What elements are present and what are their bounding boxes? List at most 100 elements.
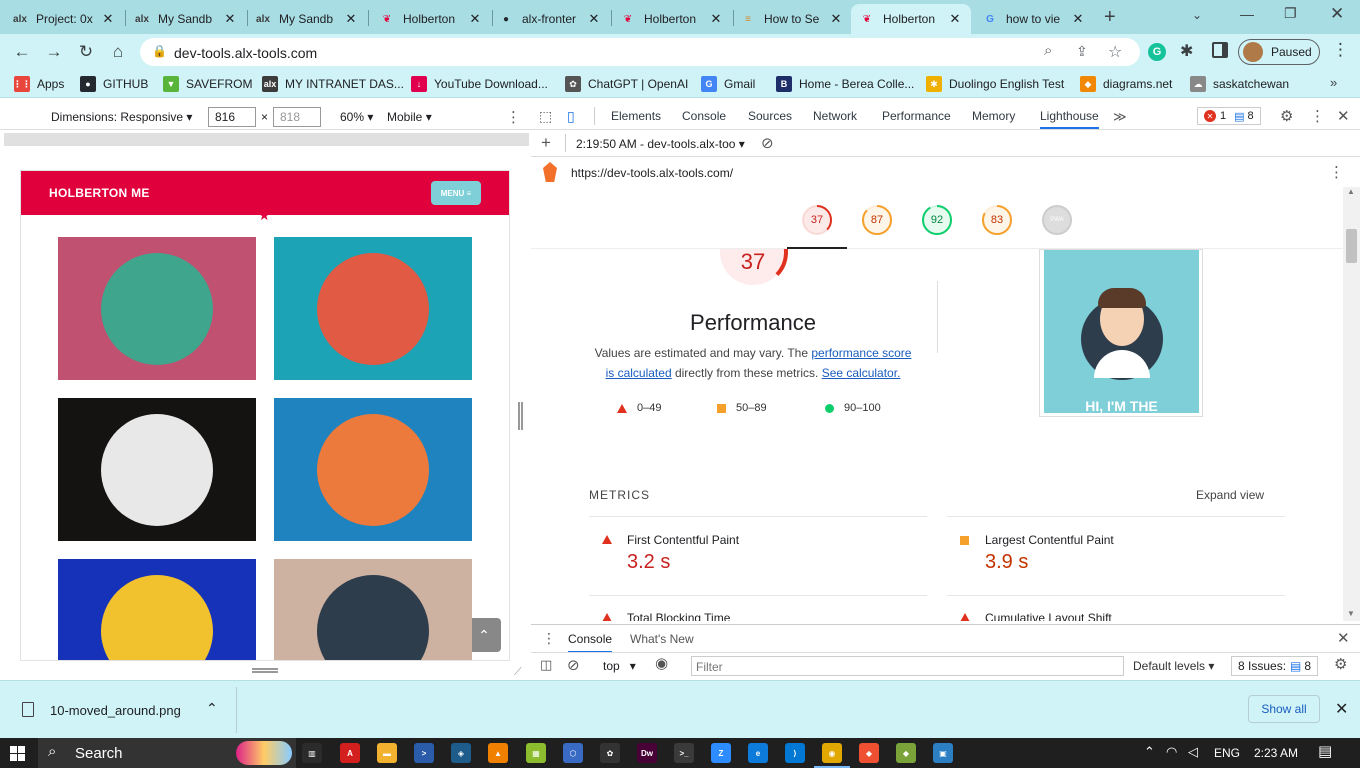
devtools-tab-performance[interactable]: Performance (882, 109, 951, 123)
devtools-tab-sources[interactable]: Sources (748, 109, 792, 123)
site-card[interactable] (274, 237, 472, 380)
devtools-tab-elements[interactable]: Elements (611, 109, 661, 123)
bookmark-item[interactable]: ↓ YouTube Download... (411, 75, 548, 93)
bookmark-item[interactable]: ✱ Duolingo English Test (926, 75, 1064, 93)
vscode-icon[interactable]: ⟩ (785, 743, 805, 763)
photos-icon[interactable]: ▣ (933, 743, 953, 763)
acrobat-icon[interactable]: A (340, 743, 360, 763)
new-tab-icon[interactable]: + (1104, 6, 1124, 28)
drawer-tab-console[interactable]: Console (568, 632, 613, 653)
language-indicator[interactable]: ENG (1214, 746, 1240, 760)
windows-start-icon[interactable] (10, 746, 25, 761)
volume-icon[interactable]: ◁ (1188, 744, 1198, 760)
media-query-bar[interactable] (4, 133, 529, 146)
reload-icon[interactable]: ↻ (74, 40, 98, 64)
site-card[interactable] (58, 398, 256, 541)
console-settings-icon[interactable]: ⚙ (1334, 655, 1347, 673)
resize-handle-right[interactable] (518, 402, 523, 430)
vlc-icon[interactable]: ▲ (488, 743, 508, 763)
restore-icon[interactable]: ❐ (1284, 5, 1297, 22)
console-filter-input[interactable]: Filter (691, 656, 1124, 676)
bookmark-item[interactable]: ☁ saskatchewan (1190, 75, 1289, 93)
grammarly-icon[interactable]: G (1148, 43, 1166, 61)
site-card[interactable] (58, 237, 256, 380)
report-scrollbar[interactable]: ▲ ▼ (1343, 187, 1360, 621)
more-tabs-icon[interactable]: ≫ (1113, 109, 1127, 125)
browser-tab[interactable]: ❦ Holberton ✕ (851, 4, 971, 34)
browser-tab[interactable]: ● alx-fronter ✕ (490, 4, 610, 34)
new-report-icon[interactable]: + (541, 133, 551, 153)
chrome-menu-icon[interactable]: ⋮ (1332, 40, 1349, 60)
browser-tab[interactable]: alx My Sandb ✕ (126, 4, 246, 34)
bookmark-item[interactable]: ▼ SAVEFROM (163, 75, 252, 93)
tab-close-icon[interactable]: ✕ (828, 11, 844, 27)
devtools-tab-lighthouse[interactable]: Lighthouse (1040, 109, 1099, 129)
site-card[interactable] (58, 559, 256, 660)
bookmark-item[interactable]: alx MY INTRANET DAS... (262, 75, 404, 93)
tab-search-icon[interactable]: ⌄ (1192, 8, 1202, 22)
menu-button[interactable]: MENU ≡ (431, 181, 481, 205)
performance-score-link[interactable]: performance score (811, 346, 911, 360)
close-download-bar-icon[interactable]: ✕ (1335, 699, 1348, 719)
scroll-up-icon[interactable]: ▲ (1347, 187, 1355, 196)
best-practices-gauge[interactable]: 92 (921, 204, 953, 236)
tab-close-icon[interactable]: ✕ (222, 11, 238, 27)
tray-chevron-icon[interactable]: ⌃ (1144, 744, 1155, 760)
console-sidebar-icon[interactable]: ◫ (540, 657, 552, 673)
task-view-icon[interactable]: ▥ (302, 743, 322, 763)
tab-close-icon[interactable]: ✕ (467, 11, 483, 27)
extensions-icon[interactable]: ✱ (1180, 41, 1193, 61)
devtools-tab-memory[interactable]: Memory (972, 109, 1015, 123)
devtools-menu-icon[interactable]: ⋮ (1310, 107, 1325, 125)
issues-counter[interactable]: ✕ 1 ▤ 8 (1197, 107, 1261, 125)
side-panel-icon[interactable] (1212, 42, 1228, 58)
pwa-gauge[interactable]: PWA (1041, 204, 1073, 236)
is-calculated-link[interactable]: is calculated (606, 366, 672, 380)
bookmark-item[interactable]: ⋮⋮ Apps (13, 75, 64, 93)
browser-tab[interactable]: ❦ Holberton ✕ (612, 4, 732, 34)
network-icon[interactable]: ◈ (451, 743, 471, 763)
tab-close-icon[interactable]: ✕ (343, 11, 359, 27)
profile-button[interactable]: Paused (1238, 39, 1320, 65)
site-card[interactable] (274, 559, 472, 660)
final-screenshot[interactable]: HI, I'M THE (1039, 249, 1203, 417)
report-menu-icon[interactable]: ⋮ (1329, 163, 1344, 181)
device-dropdown[interactable]: Mobile ▾ (387, 110, 432, 124)
device-toggle-icon[interactable]: ▯ (567, 108, 575, 125)
bookmark-item[interactable]: ✿ ChatGPT | OpenAI (565, 75, 688, 93)
git-icon[interactable]: ◆ (859, 743, 879, 763)
terminal-icon[interactable]: >_ (674, 743, 694, 763)
tab-close-icon[interactable]: ✕ (100, 11, 116, 27)
devtools-tab-network[interactable]: Network (813, 109, 857, 123)
resize-handle-corner[interactable]: ⟋ (514, 666, 522, 679)
clear-reports-icon[interactable]: ⊘ (761, 134, 774, 152)
bookmark-item[interactable]: G Gmail (701, 75, 755, 93)
inspect-element-icon[interactable]: ⬚ (539, 108, 552, 125)
notifications-icon[interactable]: ▤ (1318, 742, 1332, 760)
expand-view-toggle[interactable]: Expand view (1196, 488, 1264, 502)
close-drawer-icon[interactable]: ✕ (1337, 629, 1350, 647)
chrome-icon[interactable]: ◉ (822, 743, 842, 763)
dimensions-dropdown[interactable]: Dimensions: Responsive ▾ (51, 110, 192, 124)
scroll-down-icon[interactable]: ▼ (1347, 609, 1355, 618)
height-input[interactable]: 818 (273, 107, 321, 127)
store-icon[interactable]: ▦ (526, 743, 546, 763)
clock[interactable]: 2:23 AM (1254, 746, 1298, 760)
tab-close-icon[interactable]: ✕ (708, 11, 724, 27)
scroll-top-button[interactable]: ⌃ (467, 618, 501, 652)
drawer-menu-icon[interactable]: ⋮ (542, 630, 556, 647)
git-gui-icon[interactable]: ◆ (896, 743, 916, 763)
see-calculator-link[interactable]: See calculator. (822, 366, 901, 380)
tab-close-icon[interactable]: ✕ (947, 11, 963, 27)
live-expression-eye-icon[interactable]: ◉ (655, 654, 668, 672)
forward-icon[interactable]: → (42, 40, 66, 64)
seo-gauge[interactable]: 83 (981, 204, 1013, 236)
browser-tab[interactable]: ❦ Holberton ✕ (371, 4, 491, 34)
virtualbox-icon[interactable]: ⬡ (563, 743, 583, 763)
back-icon[interactable]: ← (10, 40, 34, 64)
close-devtools-icon[interactable]: ✕ (1337, 107, 1350, 125)
bookmark-item[interactable]: ● GITHUB (80, 75, 148, 93)
bookmark-item[interactable]: B Home - Berea Colle... (776, 75, 914, 93)
powershell-icon[interactable]: > (414, 743, 434, 763)
address-bar[interactable]: 🔒 dev-tools.alx-tools.com ⌕ ⇪ ☆ (140, 38, 1140, 66)
